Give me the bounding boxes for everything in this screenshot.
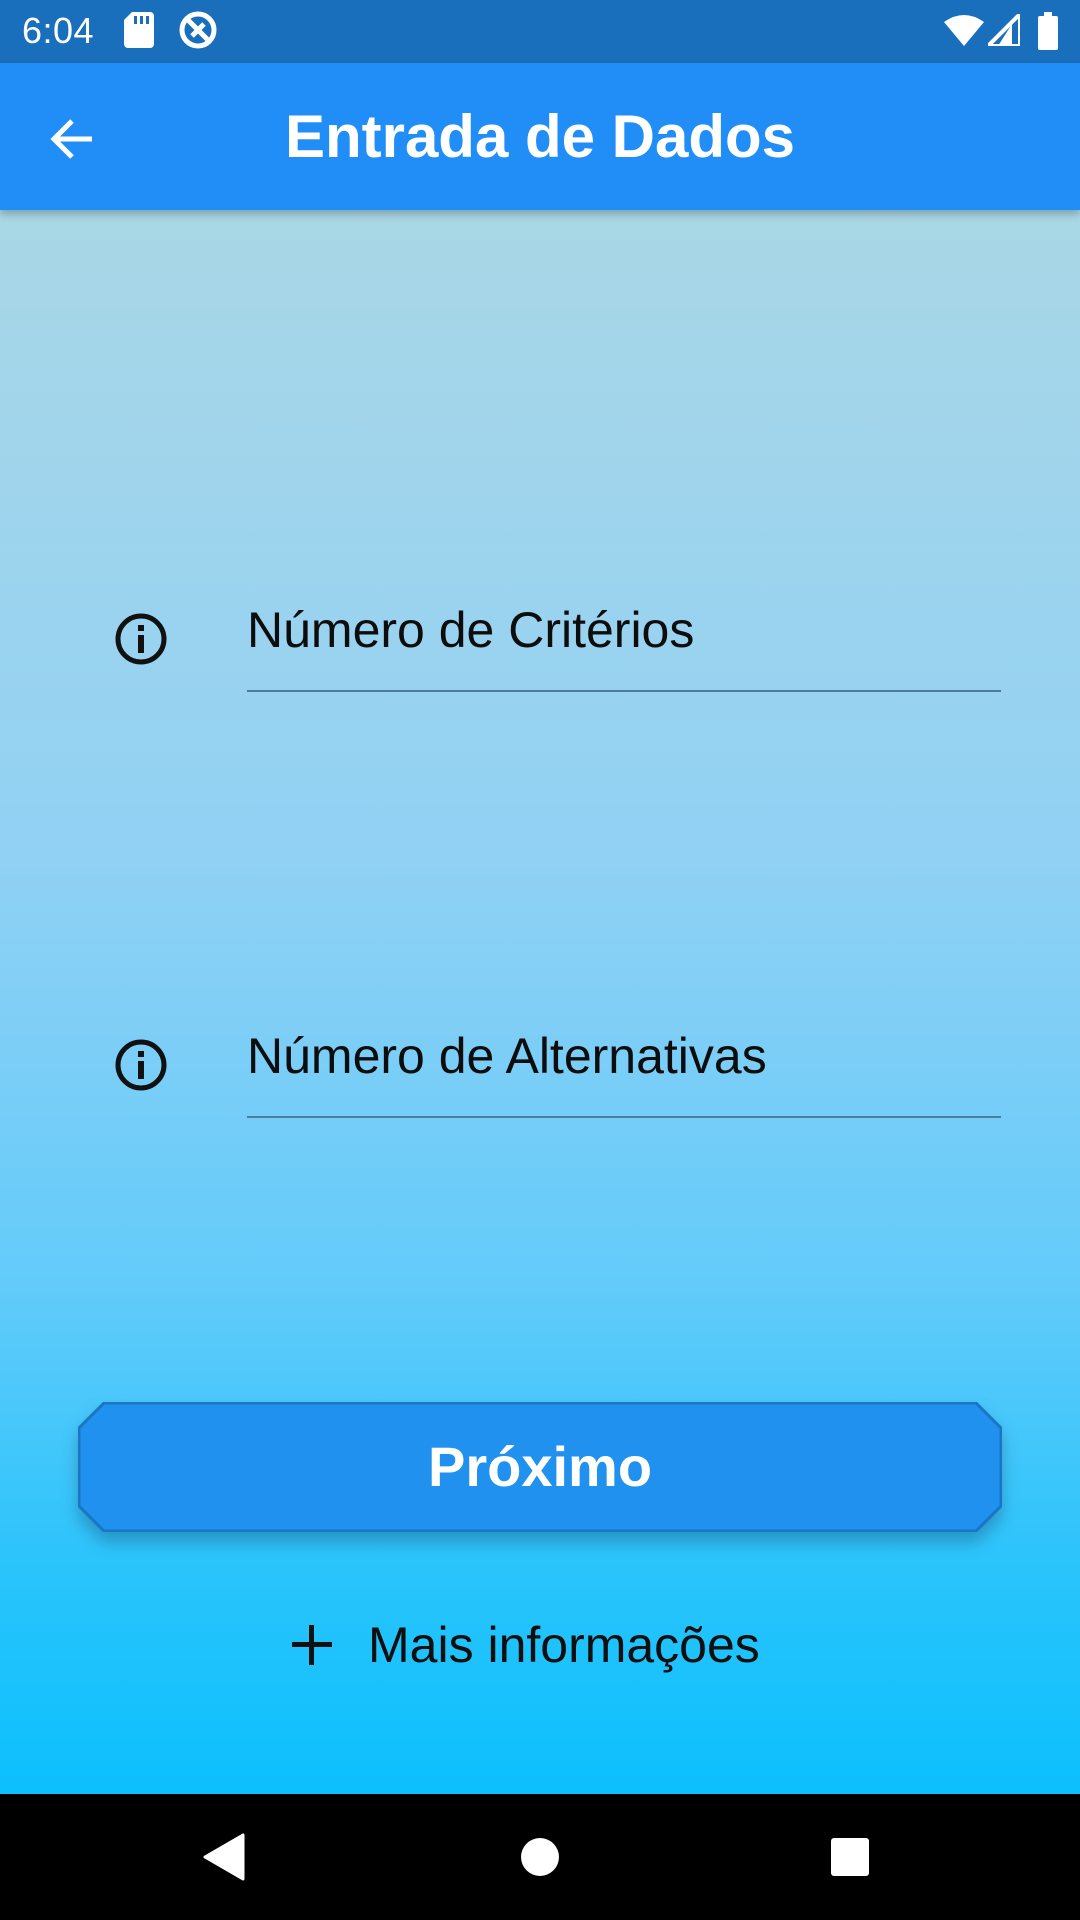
alternatives-count-input[interactable] (247, 996, 1001, 1118)
nav-recents-button[interactable] (820, 1827, 880, 1887)
nav-home-button[interactable] (510, 1827, 570, 1887)
app-bar: Entrada de Dados (0, 63, 1080, 210)
criteria-field-row (0, 570, 1080, 710)
more-info-label: Mais informações (368, 1617, 760, 1673)
back-triangle-icon (203, 1833, 245, 1881)
nav-back-button[interactable] (195, 1827, 255, 1887)
page-title: Entrada de Dados (284, 103, 796, 170)
more-info-button[interactable]: Mais informações (290, 1610, 760, 1680)
info-icon[interactable] (113, 1037, 169, 1093)
wifi-icon (944, 14, 984, 51)
next-button-label: Próximo (427, 1435, 653, 1498)
plus-icon (292, 1625, 332, 1665)
status-time: 6:04 (22, 10, 95, 51)
sync-icon (178, 10, 218, 55)
status-bar: 6:04 (0, 0, 1080, 63)
sd-card-icon (124, 12, 154, 53)
home-circle-icon (521, 1838, 559, 1876)
system-nav-bar (0, 1794, 1080, 1920)
signal-icon (986, 12, 1022, 51)
battery-icon (1038, 12, 1058, 55)
recents-square-icon (831, 1838, 869, 1876)
criteria-count-input[interactable] (247, 570, 1001, 692)
next-button[interactable]: Próximo (78, 1402, 1002, 1532)
alternatives-field-row (0, 996, 1080, 1136)
main-content: Próximo Mais informações (0, 210, 1080, 1794)
info-icon[interactable] (113, 611, 169, 667)
